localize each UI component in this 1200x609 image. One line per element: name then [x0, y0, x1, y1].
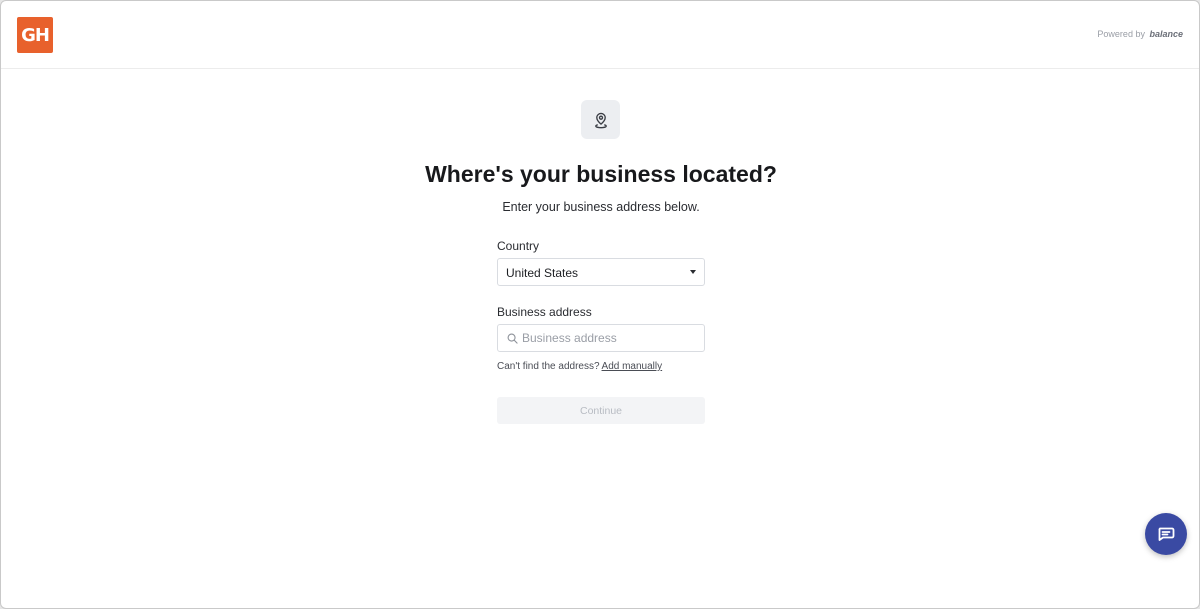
chat-icon: [1158, 527, 1175, 541]
business-address-input[interactable]: [522, 326, 700, 350]
powered-by-brand: balance: [1149, 29, 1183, 39]
top-bar: GH Powered by balance: [1, 1, 1199, 69]
app-window: GH Powered by balance Where's your busin…: [0, 0, 1200, 609]
country-select[interactable]: United States: [497, 258, 705, 286]
business-address-field[interactable]: [497, 324, 705, 352]
chat-widget-button[interactable]: [1145, 513, 1187, 555]
address-helper: Can't find the address? Add manually: [497, 361, 662, 372]
add-manually-link[interactable]: Add manually: [602, 361, 663, 372]
powered-by: Powered by balance: [1097, 29, 1183, 39]
helper-text: Can't find the address?: [497, 361, 600, 372]
powered-by-text: Powered by: [1097, 29, 1145, 39]
country-select-value: United States: [506, 266, 579, 280]
search-icon: [507, 333, 518, 344]
business-address-label: Business address: [497, 305, 592, 319]
continue-button[interactable]: Continue: [497, 397, 705, 424]
page-title: Where's your business located?: [425, 161, 777, 187]
chevron-down-icon: [690, 270, 696, 274]
country-label: Country: [497, 239, 540, 253]
page-subtitle: Enter your business address below.: [502, 200, 700, 214]
location-pin-icon: [581, 100, 620, 139]
company-logo[interactable]: GH: [17, 17, 53, 53]
